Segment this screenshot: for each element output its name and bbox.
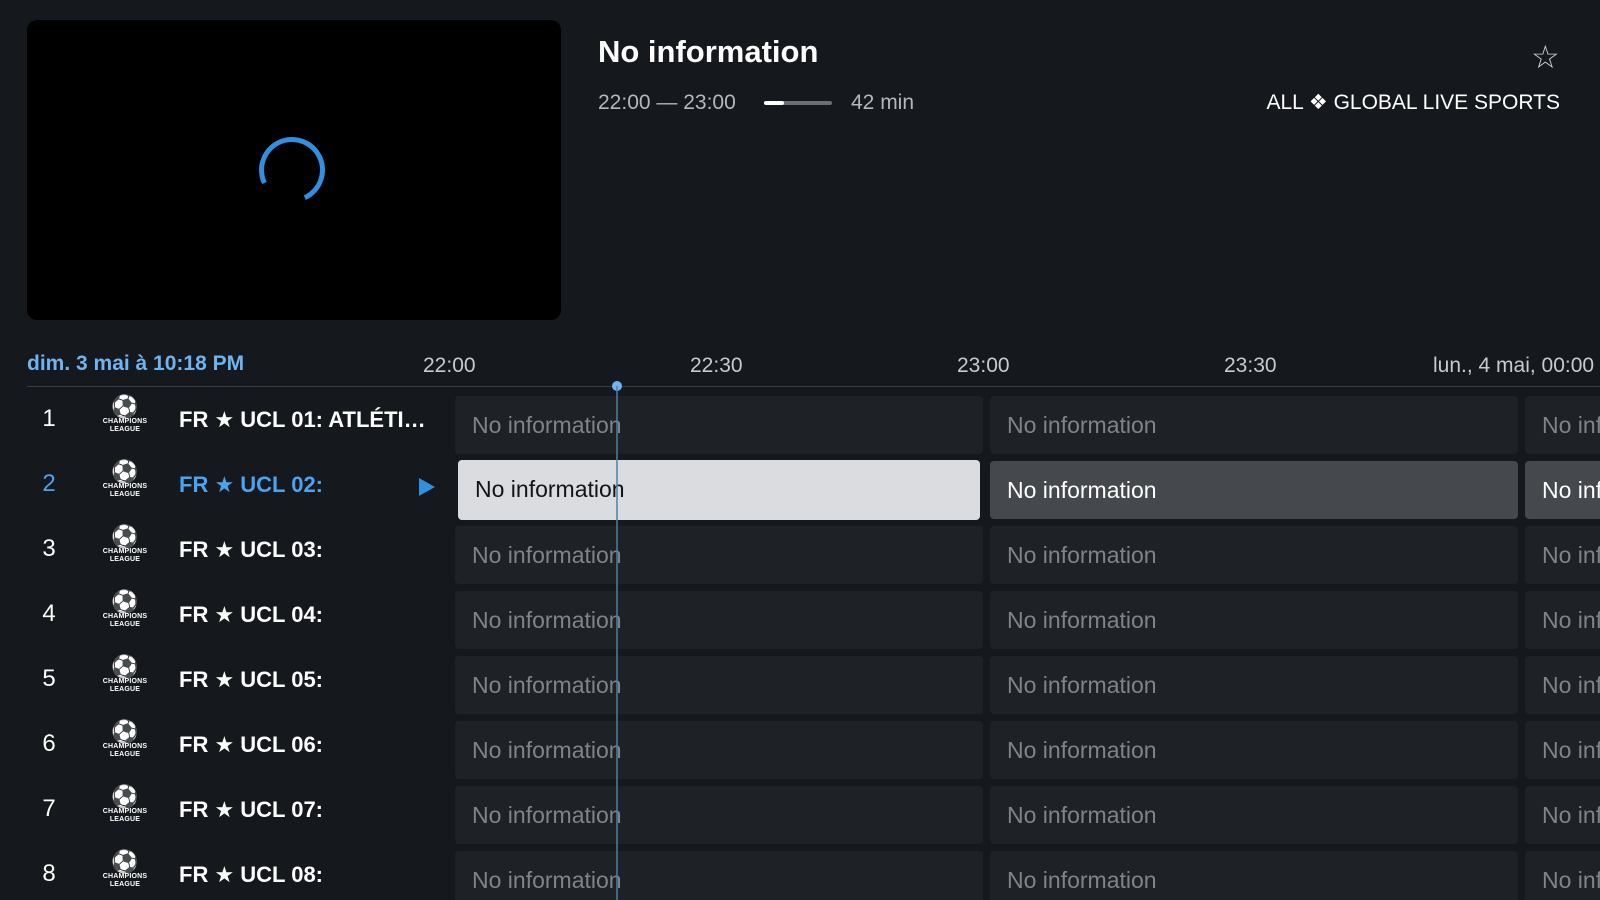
channel-row-6[interactable]: 6 ⚽ CHAMPIONS LEAGUE FR ★ UCL 06: No infor… xyxy=(0,717,1600,782)
program-progress-bar xyxy=(764,101,832,105)
program-cell[interactable]: No information xyxy=(1525,721,1600,779)
program-time-range: 22:00 — 23:00 xyxy=(598,91,736,114)
epg-guide: 1 ⚽ CHAMPIONS LEAGUE FR ★ UCL 01: ATLÉTICO… xyxy=(0,392,1600,900)
champions-league-logo: ⚽ CHAMPIONS LEAGUE xyxy=(102,784,148,824)
time-tick: 23:00 xyxy=(957,354,1010,377)
channel-name: FR ★ UCL 01: ATLÉTICO.. xyxy=(179,407,441,432)
program-remaining: 42 min xyxy=(851,91,915,114)
channel-name: FR ★ UCL 06: xyxy=(179,732,323,757)
champions-league-logo: ⚽ CHAMPIONS LEAGUE xyxy=(102,459,148,499)
champions-league-logo: ⚽ CHAMPIONS LEAGUE xyxy=(102,524,148,564)
timeline-divider xyxy=(27,386,1600,387)
channel-name: FR ★ UCL 07: xyxy=(179,797,323,822)
time-tick: 22:00 xyxy=(423,354,476,377)
program-cell[interactable]: No information xyxy=(1525,786,1600,844)
timeline-header: dim. 3 mai à 10:18 PM 22:00 22:30 23:00 … xyxy=(0,345,1600,385)
channel-row-5[interactable]: 5 ⚽ CHAMPIONS LEAGUE FR ★ UCL 05: No infor… xyxy=(0,652,1600,717)
champions-league-logo: ⚽ CHAMPIONS LEAGUE xyxy=(102,394,148,434)
channel-number: 1 xyxy=(42,405,56,432)
program-title: No information xyxy=(598,34,819,69)
program-cell[interactable]: No information xyxy=(1525,396,1600,454)
program-cell[interactable]: No information xyxy=(990,851,1518,900)
program-cell[interactable]: No information xyxy=(455,721,983,779)
program-cell[interactable]: No information xyxy=(990,786,1518,844)
program-progress-fill xyxy=(764,101,785,105)
channel-row-8[interactable]: 8 ⚽ CHAMPIONS LEAGUE FR ★ UCL 08: No infor… xyxy=(0,847,1600,900)
champions-league-logo: ⚽ CHAMPIONS LEAGUE xyxy=(102,849,148,889)
channel-number: 6 xyxy=(42,730,56,757)
channel-name: FR ★ UCL 03: xyxy=(179,537,323,562)
channel-number: 2 xyxy=(42,470,56,497)
champions-league-logo: ⚽ CHAMPIONS LEAGUE xyxy=(102,719,148,759)
channel-name: FR ★ UCL 08: xyxy=(179,862,323,887)
channel-group-label[interactable]: ALL ❖ GLOBAL LIVE SPORTS xyxy=(1266,90,1560,115)
spinner-icon xyxy=(249,127,335,213)
channel-number: 4 xyxy=(42,600,56,627)
program-cell[interactable]: No information xyxy=(990,591,1518,649)
program-cell[interactable]: No information xyxy=(1525,656,1600,714)
program-cell[interactable]: No information xyxy=(455,656,983,714)
program-cell[interactable]: No information xyxy=(990,721,1518,779)
program-cell[interactable]: No information xyxy=(1525,851,1600,900)
program-cell[interactable]: No information xyxy=(455,396,983,454)
program-cell[interactable]: No information xyxy=(1525,461,1600,519)
champions-league-logo: ⚽ CHAMPIONS LEAGUE xyxy=(102,589,148,629)
program-cell[interactable]: No information xyxy=(455,786,983,844)
now-indicator-line xyxy=(616,386,618,900)
channel-number: 7 xyxy=(42,795,56,822)
program-cell[interactable]: No information xyxy=(455,851,983,900)
channel-row-7[interactable]: 7 ⚽ CHAMPIONS LEAGUE FR ★ UCL 07: No infor… xyxy=(0,782,1600,847)
program-cell[interactable]: No information xyxy=(1525,526,1600,584)
time-tick: lun., 4 mai, 00:00 xyxy=(1433,354,1595,377)
time-tick: 22:30 xyxy=(690,354,743,377)
current-datetime: dim. 3 mai à 10:18 PM xyxy=(27,352,245,375)
champions-league-logo: ⚽ CHAMPIONS LEAGUE xyxy=(102,654,148,694)
time-tick: 23:30 xyxy=(1224,354,1277,377)
program-cell[interactable]: No information xyxy=(990,656,1518,714)
channel-row-3[interactable]: 3 ⚽ CHAMPIONS LEAGUE FR ★ UCL 03: No infor… xyxy=(0,522,1600,587)
program-cell[interactable]: No information xyxy=(990,526,1518,584)
star-outline-icon[interactable]: ☆ xyxy=(1531,38,1560,76)
program-cell[interactable]: No information xyxy=(990,396,1518,454)
channel-number: 3 xyxy=(42,535,56,562)
play-icon[interactable] xyxy=(419,478,435,496)
channel-name: FR ★ UCL 04: xyxy=(179,602,323,627)
channel-number: 8 xyxy=(42,860,56,887)
program-cell[interactable]: No information xyxy=(1525,591,1600,649)
channel-number: 5 xyxy=(42,665,56,692)
program-cell[interactable]: No information xyxy=(455,526,983,584)
program-cell-focused[interactable]: No information xyxy=(458,460,980,520)
channel-row-1[interactable]: 1 ⚽ CHAMPIONS LEAGUE FR ★ UCL 01: ATLÉTICO… xyxy=(0,392,1600,457)
program-cell[interactable]: No information xyxy=(455,591,983,649)
channel-row-4[interactable]: 4 ⚽ CHAMPIONS LEAGUE FR ★ UCL 04: No infor… xyxy=(0,587,1600,652)
channel-row-2[interactable]: 2 ⚽ CHAMPIONS LEAGUE FR ★ UCL 02: No infor… xyxy=(0,457,1600,522)
channel-name: FR ★ UCL 05: xyxy=(179,667,323,692)
program-cell[interactable]: No information xyxy=(990,461,1518,519)
video-preview[interactable] xyxy=(27,20,561,320)
channel-name: FR ★ UCL 02: xyxy=(179,472,323,497)
